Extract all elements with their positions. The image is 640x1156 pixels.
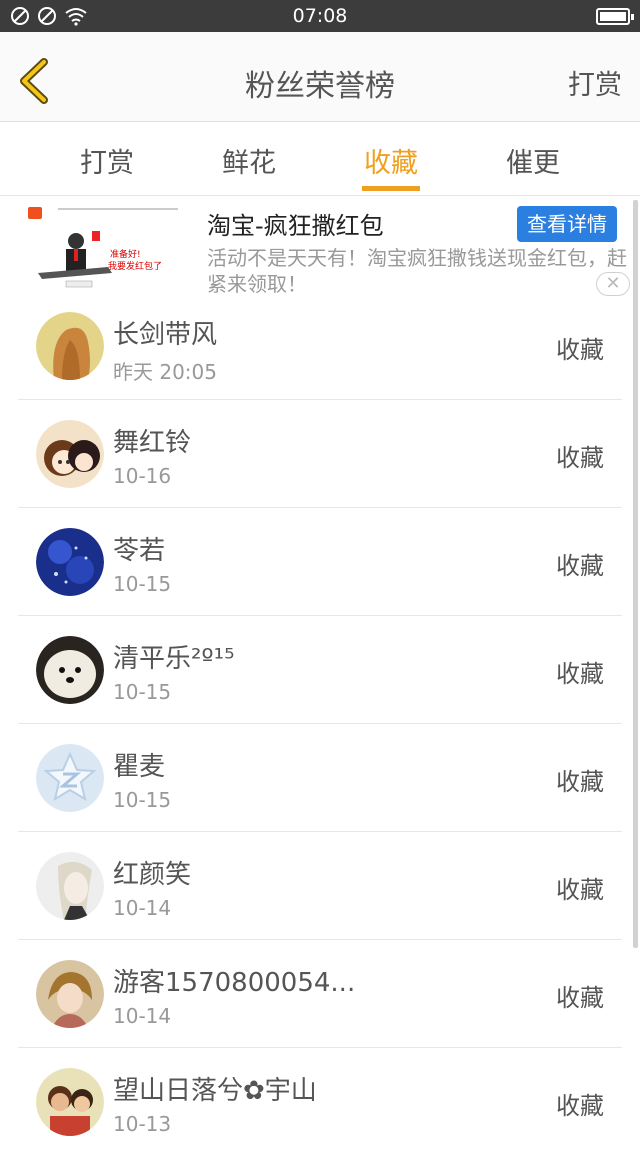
fan-action: 收藏 xyxy=(556,552,604,580)
tab-urge-update[interactable]: 催更 xyxy=(473,141,593,180)
fan-name: 清平乐²º¹⁵ xyxy=(113,644,235,674)
ad-banner[interactable]: 准备好! 我要发红包了 淘宝-疯狂撒红包 查看详情 活动不是天天有！淘宝疯狂撒钱… xyxy=(0,197,640,299)
fan-action: 收藏 xyxy=(556,660,604,688)
ad-image: 准备好! 我要发红包了 xyxy=(28,201,193,291)
status-time: 07:08 xyxy=(292,5,348,27)
fan-name: 望山日落兮✿宇山 xyxy=(113,1076,317,1106)
tab-flowers[interactable]: 鲜花 xyxy=(189,141,309,180)
svg-text:我要发红包了: 我要发红包了 xyxy=(108,260,162,272)
fan-name: 苓若 xyxy=(113,536,166,566)
list-item[interactable]: 长剑带风 昨天 20:05 收藏 xyxy=(0,292,640,400)
list-item[interactable]: 舞红铃 10-16 收藏 xyxy=(0,400,640,508)
avatar xyxy=(36,312,104,380)
avatar xyxy=(36,852,104,920)
fan-name: 红颜笑 xyxy=(113,860,192,890)
fan-date: 昨天 20:05 xyxy=(113,360,217,384)
list-item[interactable]: 游客1570800054... 10-14 收藏 xyxy=(0,940,640,1048)
fan-name: 舞红铃 xyxy=(113,428,192,458)
avatar xyxy=(36,960,104,1028)
ad-description: 活动不是天天有！淘宝疯狂撒钱送现金红包，赶紧来领取！ xyxy=(207,246,627,296)
tab-bar: 打赏 鲜花 收藏 催更 xyxy=(0,123,640,196)
battery-icon xyxy=(596,8,634,25)
fan-date: 10-13 xyxy=(113,1112,172,1136)
list-item[interactable]: 瞿麦 10-15 收藏 xyxy=(0,724,640,832)
fan-name: 瞿麦 xyxy=(113,752,166,782)
list-item[interactable]: 苓若 10-15 收藏 xyxy=(0,508,640,616)
avatar xyxy=(36,420,104,488)
avatar xyxy=(36,744,104,812)
list-item[interactable]: 清平乐²º¹⁵ 10-15 收藏 xyxy=(0,616,640,724)
avatar xyxy=(36,1068,104,1136)
fan-name: 长剑带风 xyxy=(113,320,218,350)
status-bar: 07:08 xyxy=(0,0,640,32)
avatar xyxy=(36,636,104,704)
fan-name: 游客1570800054... xyxy=(113,968,356,998)
list-item[interactable]: 望山日落兮✿宇山 10-13 收藏 xyxy=(0,1048,640,1156)
list-item[interactable]: 红颜笑 10-14 收藏 xyxy=(0,832,640,940)
nav-bar: 粉丝荣誉榜 打赏 xyxy=(0,32,640,122)
page-title: 粉丝荣誉榜 xyxy=(245,69,395,104)
tab-reward[interactable]: 打赏 xyxy=(47,141,167,180)
fan-date: 10-15 xyxy=(113,572,172,596)
fan-date: 10-14 xyxy=(113,1004,172,1028)
fan-date: 10-14 xyxy=(113,896,172,920)
fan-action: 收藏 xyxy=(556,876,604,904)
fan-date: 10-16 xyxy=(113,464,172,488)
fan-action: 收藏 xyxy=(556,984,604,1012)
close-ad-icon[interactable]: ✕ xyxy=(596,272,630,296)
active-tab-indicator xyxy=(362,186,420,191)
scrollbar[interactable] xyxy=(633,200,638,948)
avatar xyxy=(36,528,104,596)
view-details-button[interactable]: 查看详情 xyxy=(517,206,617,242)
fan-action: 收藏 xyxy=(556,768,604,796)
tab-favorites[interactable]: 收藏 xyxy=(331,141,451,180)
reward-button[interactable]: 打赏 xyxy=(568,63,622,102)
fan-action: 收藏 xyxy=(556,1092,604,1120)
fan-action: 收藏 xyxy=(556,336,604,364)
fan-date: 10-15 xyxy=(113,788,172,812)
fan-date: 10-15 xyxy=(113,680,172,704)
svg-text:准备好!: 准备好! xyxy=(110,248,141,260)
fan-action: 收藏 xyxy=(556,444,604,472)
ad-title: 淘宝-疯狂撒红包 xyxy=(207,212,384,240)
